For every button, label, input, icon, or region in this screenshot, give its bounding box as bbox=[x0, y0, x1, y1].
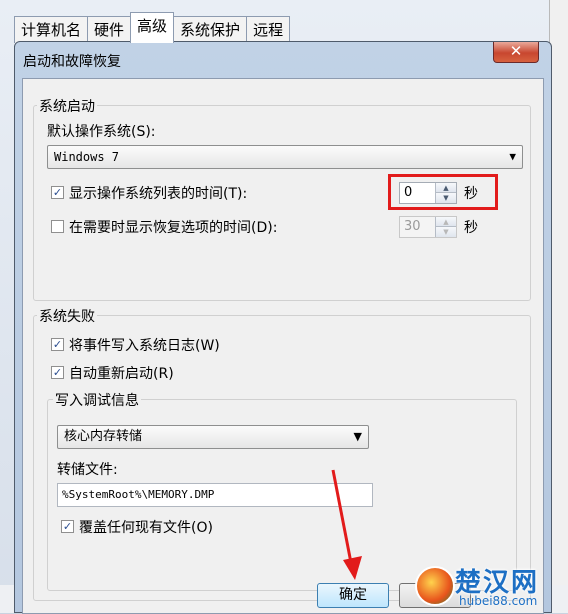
tab-advanced[interactable]: 高级 bbox=[130, 12, 175, 43]
watermark-url: hubei88.com bbox=[459, 594, 538, 608]
watermark-logo-icon bbox=[415, 566, 455, 606]
watermark: 楚汉网 hubei88.com bbox=[409, 560, 568, 613]
annotation-arrow bbox=[331, 469, 362, 580]
